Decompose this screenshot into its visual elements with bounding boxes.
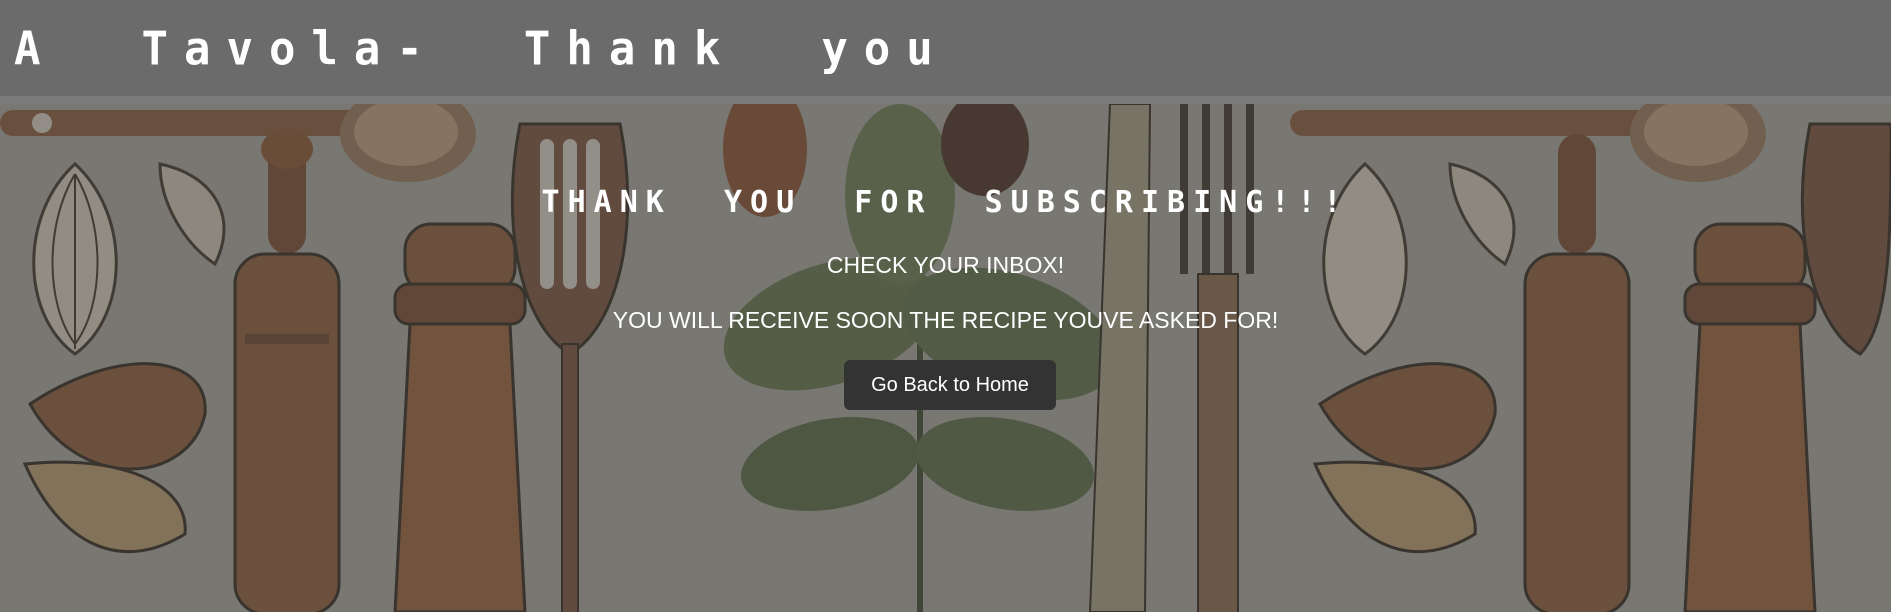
header-divider: [0, 96, 1891, 104]
thank-you-content: THANK YOU FOR SUBSCRIBING!!! CHECK YOUR …: [0, 104, 1891, 612]
thank-you-heading: THANK YOU FOR SUBSCRIBING!!!: [541, 185, 1350, 220]
hero-section: THANK YOU FOR SUBSCRIBING!!! CHECK YOUR …: [0, 104, 1891, 612]
go-back-home-button[interactable]: Go Back to Home: [844, 360, 1056, 410]
site-title: A Tavola- Thank you: [14, 22, 949, 77]
site-header: A Tavola- Thank you: [0, 0, 1891, 96]
recipe-message-text: YOU WILL RECEIVE SOON THE RECIPE YOUVE A…: [612, 307, 1279, 333]
check-inbox-text: CHECK YOUR INBOX!: [826, 252, 1065, 278]
